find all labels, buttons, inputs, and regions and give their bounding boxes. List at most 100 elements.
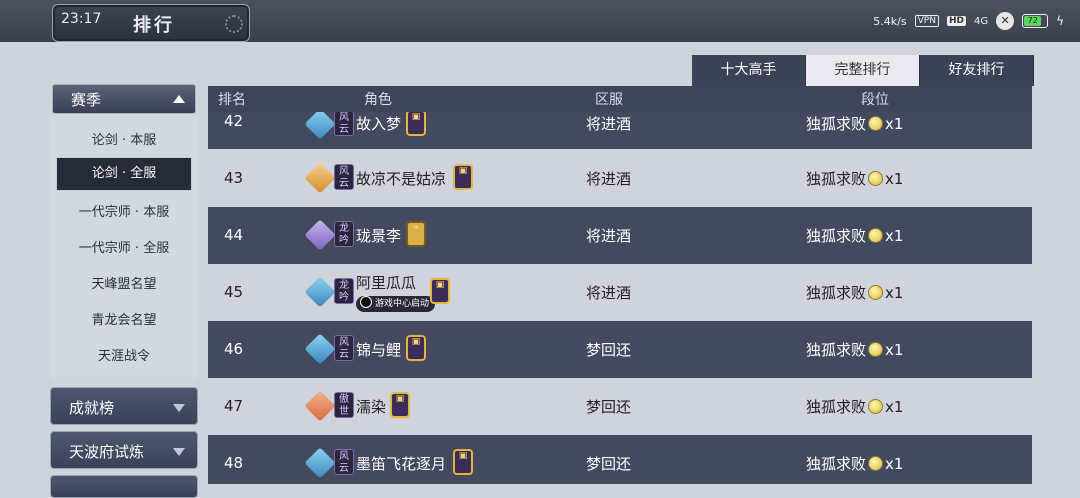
sidebar-item-zongshi-local[interactable]: 一代宗师 · 本服 (50, 196, 198, 230)
rank-number: 44 (224, 226, 244, 244)
rank-number: 43 (224, 169, 244, 187)
sidebar: 赛季 论剑 · 本服 论剑 · 全服 一代宗师 · 本服 一代宗师 · 全服 天… (50, 84, 198, 498)
rank-emblem-icon (304, 390, 336, 422)
rank-number: 46 (224, 340, 244, 358)
sidebar-item-tianfeng[interactable]: 天峰盟名望 (50, 268, 198, 302)
sect-badge: 龙吟 (334, 278, 354, 304)
coin-icon (868, 342, 884, 357)
sidebar-item-lunjian-local[interactable]: 论剑 · 本服 (50, 124, 198, 158)
sect-badge: 风云 (334, 110, 354, 136)
tab-friend-ranking[interactable]: 好友排行 (920, 55, 1034, 86)
sect-badge: 风云 (334, 164, 354, 190)
coin-icon (868, 228, 884, 243)
player-name[interactable]: 故凉不是姑凉 (356, 168, 446, 189)
sidebar-item-zongshi-all[interactable]: 一代宗师 · 全服 (50, 232, 198, 266)
player-name[interactable]: 锦与鲤 (356, 339, 401, 360)
table-row[interactable]: 47 傲世 濡染 ▣ 梦回还 独孤求败 x1 (208, 378, 1032, 435)
header-rank: 排名 (218, 92, 246, 108)
seal-badge-icon: ▣ (406, 110, 426, 136)
sect-badge: 风云 (334, 335, 354, 361)
season-dropdown[interactable]: 赛季 (52, 84, 196, 114)
rank-number: 45 (224, 283, 244, 301)
battery-icon: 72 (1022, 14, 1049, 28)
achievement-label: 成就榜 (69, 399, 115, 417)
coin-icon (868, 171, 884, 186)
rank-emblem-icon (304, 162, 336, 194)
player-name[interactable]: 故入梦 (356, 113, 401, 134)
rank-emblem-icon (304, 108, 336, 140)
title-box: 23:17 排行 (52, 4, 250, 42)
server-name: 梦回还 (586, 455, 632, 473)
player-name[interactable]: 墨笛飞花逐月 (356, 453, 446, 474)
header-role: 角色 (364, 92, 392, 108)
rank-number: 48 (224, 454, 244, 472)
net-speed: 5.4k/s (873, 14, 907, 28)
server-name: 将进酒 (586, 115, 632, 133)
achievement-dropdown[interactable]: 成就榜 (50, 387, 198, 425)
rank-emblem-icon (304, 219, 336, 251)
clock: 23:17 (61, 11, 102, 27)
rank-emblem-icon (304, 447, 336, 479)
coin-icon (868, 456, 884, 471)
seal-badge-icon: ▣ (430, 278, 450, 304)
close-icon[interactable]: ✕ (996, 12, 1015, 30)
table-row[interactable]: 43 风云 故凉不是姑凉 ▣ 将进酒 独孤求败 x1 (208, 150, 1032, 207)
chevron-down-icon (173, 404, 185, 412)
seal-badge-icon: ▣ (453, 449, 473, 475)
table-header: 排名 角色 区服 段位 (208, 86, 1032, 112)
signal-icon: 4G (973, 15, 989, 27)
tier: 独孤求败 x1 (806, 284, 904, 302)
game-center-launch-tag: 游戏中心启动 (356, 296, 436, 312)
horn-badge-icon: ❧ (406, 221, 426, 247)
rank-number: 42 (224, 112, 244, 130)
chevron-up-icon (173, 95, 185, 103)
table-row[interactable]: 48 风云 墨笛飞花逐月 ▣ 梦回还 独孤求败 x1 (208, 435, 1032, 484)
player-name[interactable]: 珑景李 (356, 225, 401, 246)
tier: 独孤求败 x1 (806, 455, 904, 473)
rank-emblem-icon (304, 333, 336, 365)
season-label: 赛季 (71, 91, 102, 109)
gear-icon[interactable] (225, 15, 243, 33)
tianbo-dropdown[interactable]: 天波府试炼 (50, 431, 198, 469)
tab-top-ten[interactable]: 十大高手 (692, 55, 806, 86)
tier: 独孤求败 x1 (806, 341, 904, 359)
header-server: 区服 (595, 92, 623, 108)
table-row[interactable]: 46 风云 锦与鲤 ▣ 梦回还 独孤求败 x1 (208, 321, 1032, 378)
sect-badge: 风云 (334, 449, 354, 475)
tab-full-ranking[interactable]: 完整排行 (806, 55, 920, 86)
coin-icon (868, 285, 884, 300)
sect-badge: 龙吟 (334, 221, 354, 247)
coin-icon (868, 116, 884, 131)
page-title: 排行 (133, 15, 175, 36)
ranking-table[interactable]: 42 风云 故入梦 ▣ 将进酒 独孤求败 x1 43 风云 故凉不是姑凉 ▣ 将进… (208, 86, 1032, 484)
seal-badge-icon: ▣ (453, 164, 473, 190)
tier: 独孤求败 x1 (806, 227, 904, 245)
qq-icon (360, 296, 372, 308)
player-name[interactable]: 濡染 (356, 396, 386, 417)
table-row[interactable]: 44 龙吟 珑景李 ❧ 将进酒 独孤求败 x1 (208, 207, 1032, 264)
sidebar-item-lunjian-all[interactable]: 论剑 · 全服 (56, 157, 192, 191)
table-row[interactable]: 45 龙吟 阿里瓜瓜 游戏中心启动 ▣ 将进酒 独孤求败 x1 (208, 264, 1032, 321)
server-name: 梦回还 (586, 341, 632, 359)
sidebar-item-qinglong[interactable]: 青龙会名望 (50, 304, 198, 338)
top-bar: 23:17 排行 5.4k/s VPN HD 4G ✕ 72 ϟ (0, 0, 1080, 42)
sect-badge: 傲世 (334, 392, 354, 418)
sidebar-item-tianya[interactable]: 天涯战令 (50, 340, 198, 374)
season-panel: 赛季 论剑 · 本服 论剑 · 全服 一代宗师 · 本服 一代宗师 · 全服 天… (50, 84, 198, 380)
server-name: 将进酒 (586, 284, 632, 302)
tier: 独孤求败 x1 (806, 170, 904, 188)
tier: 独孤求败 x1 (806, 398, 904, 416)
server-name: 梦回还 (586, 398, 632, 416)
server-name: 将进酒 (586, 227, 632, 245)
tianbo-label: 天波府试炼 (69, 443, 145, 461)
coin-icon (868, 399, 884, 414)
server-name: 将进酒 (586, 170, 632, 188)
seal-badge-icon: ▣ (390, 392, 410, 418)
ranking-tabs: 十大高手 完整排行 好友排行 (692, 55, 1034, 86)
rank-emblem-icon (304, 276, 336, 308)
player-name[interactable]: 阿里瓜瓜 (356, 272, 416, 293)
vpn-icon: VPN (914, 15, 939, 27)
more-category-button[interactable] (50, 475, 198, 498)
rank-number: 47 (224, 397, 244, 415)
system-status-bar: 5.4k/s VPN HD 4G ✕ 72 ϟ (873, 12, 1064, 30)
